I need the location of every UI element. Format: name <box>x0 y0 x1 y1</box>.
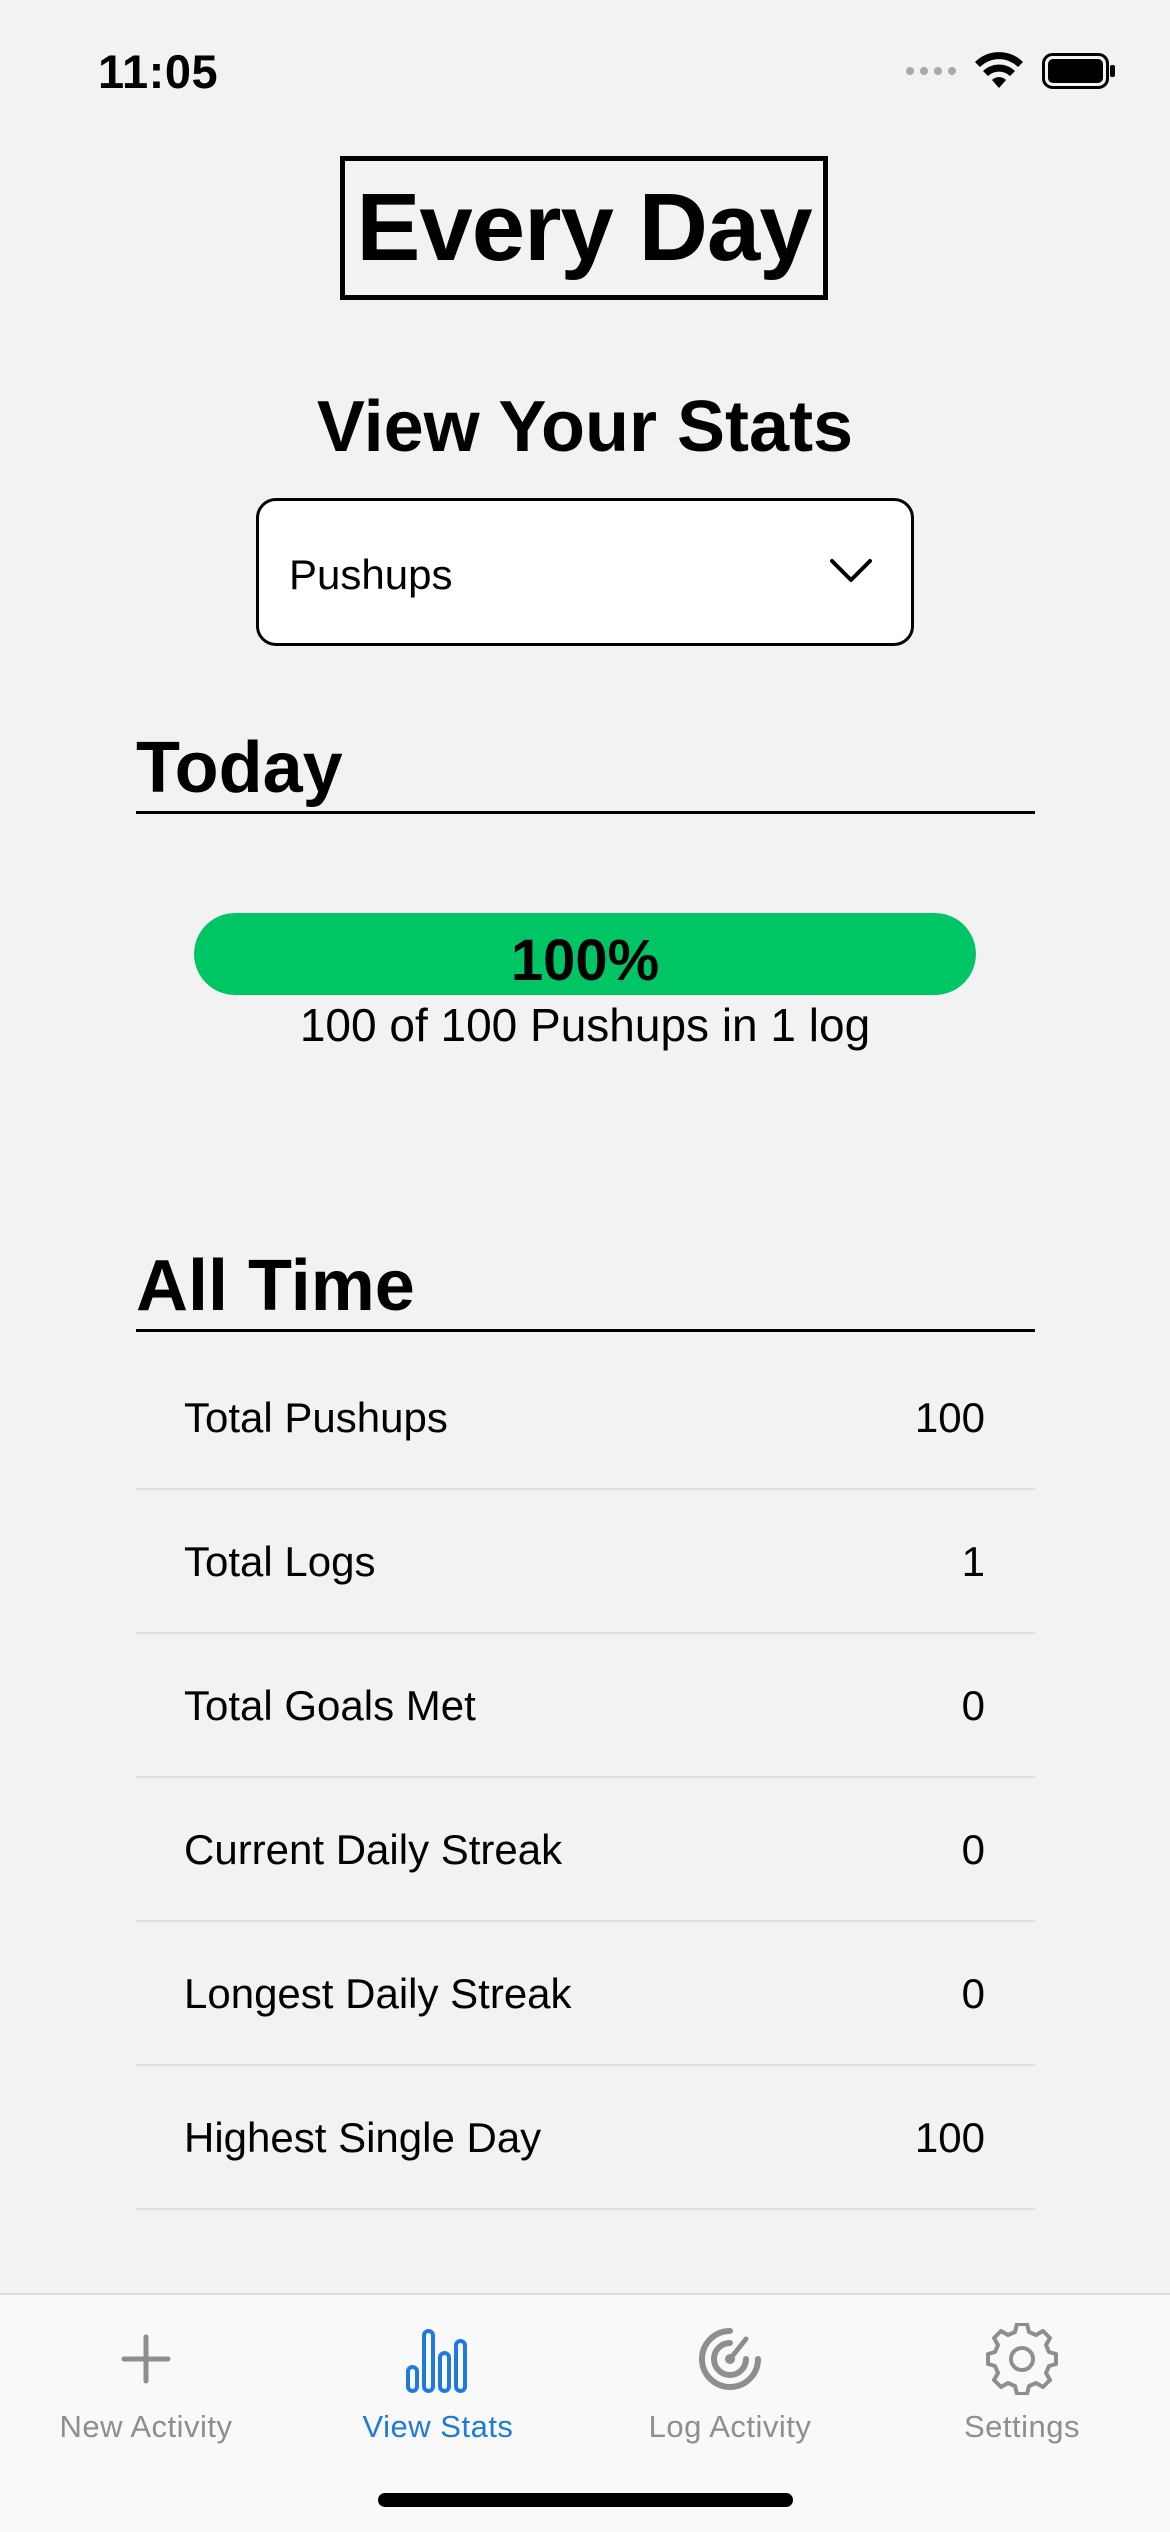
stats-label: Total Logs <box>184 1538 376 1585</box>
tab-new-activity[interactable]: New Activity <box>0 2295 292 2475</box>
stats-row: Total Logs 1 <box>136 1490 1035 1634</box>
activity-select-value: Pushups <box>289 551 453 598</box>
stats-row: Current Daily Streak 0 <box>136 1778 1035 1922</box>
chevron-down-icon <box>830 559 872 582</box>
stats-label: Total Goals Met <box>184 1682 476 1729</box>
bar-chart-icon <box>406 2329 467 2393</box>
home-indicator[interactable] <box>378 2493 793 2507</box>
cellular-signal-icon <box>906 67 956 75</box>
stats-list: Total Pushups 100 Total Logs 1 Total Goa… <box>136 1346 1035 2210</box>
tab-label: Settings <box>963 2409 1080 2444</box>
stats-label: Current Daily Streak <box>184 1826 563 1873</box>
plus-icon <box>121 2334 171 2384</box>
status-bar: 11:05 <box>0 0 1170 140</box>
all-time-heading: All Time <box>136 1250 1035 1332</box>
tab-settings[interactable]: Settings <box>876 2295 1168 2475</box>
tab-label: Log Activity <box>648 2409 812 2444</box>
progress-caption: 100 of 100 Pushups in 1 log <box>299 999 871 1051</box>
stats-value: 1 <box>961 1538 985 1585</box>
stats-row: Highest Single Day 100 <box>136 2066 1035 2210</box>
stats-label: Longest Daily Streak <box>184 1970 572 2017</box>
today-heading: Today <box>136 732 1035 814</box>
tab-label: View Stats <box>362 2409 514 2444</box>
stats-row: Total Goals Met 0 <box>136 1634 1035 1778</box>
tab-log-activity[interactable]: Log Activity <box>584 2295 876 2475</box>
stats-row: Total Pushups 100 <box>136 1346 1035 1490</box>
daily-progress-bar: 100% <box>194 913 976 995</box>
activity-select[interactable]: Pushups <box>256 498 914 646</box>
status-time: 11:05 <box>98 45 219 98</box>
target-icon <box>699 2328 761 2390</box>
progress-percent: 100% <box>510 928 660 993</box>
battery-icon <box>1042 53 1115 89</box>
stats-row: Longest Daily Streak 0 <box>136 1922 1035 2066</box>
stats-value: 0 <box>961 1970 985 2017</box>
stats-value: 100 <box>914 1394 985 1441</box>
gear-icon <box>986 2323 1058 2395</box>
stats-label: Highest Single Day <box>184 2114 542 2161</box>
stats-label: Total Pushups <box>184 1394 448 1441</box>
page-heading: View Your Stats <box>316 387 854 467</box>
app-title: Every Day <box>356 174 812 281</box>
stats-value: 0 <box>961 1826 985 1873</box>
wifi-icon <box>975 52 1023 88</box>
tab-view-stats[interactable]: View Stats <box>292 2295 584 2475</box>
status-icons <box>906 52 1116 90</box>
stats-value: 0 <box>961 1682 985 1729</box>
tab-label: New Activity <box>59 2409 233 2444</box>
app-logo: Every Day <box>340 156 828 300</box>
stats-value: 100 <box>914 2114 985 2161</box>
